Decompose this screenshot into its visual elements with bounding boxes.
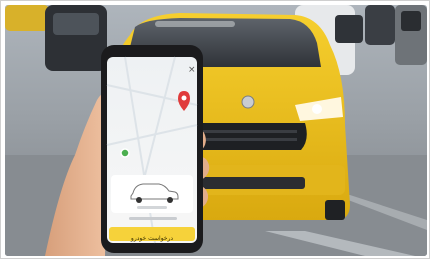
car-window bbox=[53, 13, 99, 35]
photo: × درخواست خودرو bbox=[5, 5, 427, 256]
photo-scene: × bbox=[5, 5, 427, 256]
small-caption bbox=[129, 217, 177, 220]
vehicle-caption bbox=[137, 206, 167, 209]
car-window bbox=[335, 15, 363, 43]
background-taxi bbox=[5, 5, 49, 31]
request-ride-button-label: درخواست خودرو bbox=[130, 235, 174, 242]
car-window bbox=[401, 11, 421, 31]
phone: × bbox=[101, 45, 203, 253]
image-frame: × درخواست خودرو bbox=[0, 0, 430, 259]
background-car bbox=[365, 5, 395, 45]
location-dot-icon bbox=[120, 148, 130, 158]
close-icon[interactable]: × bbox=[188, 65, 196, 75]
